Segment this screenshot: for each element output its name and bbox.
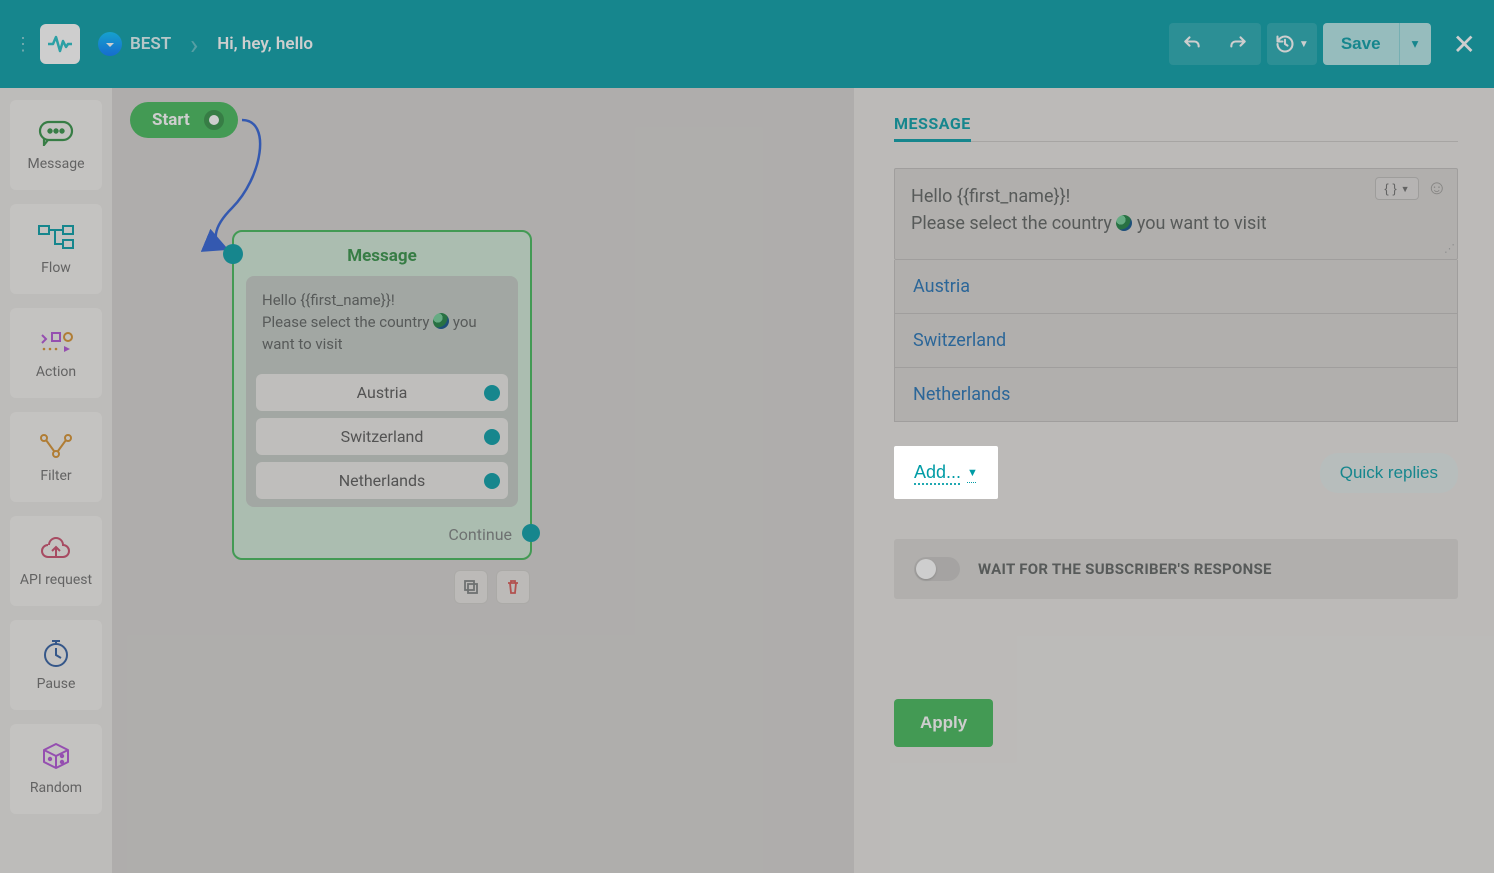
wait-response-row: WAIT FOR THE SUBSCRIBER'S RESPONSE bbox=[894, 539, 1458, 599]
palette-api-request[interactable]: API request bbox=[10, 516, 102, 606]
palette-label: Action bbox=[36, 364, 76, 380]
duplicate-button[interactable] bbox=[454, 570, 488, 604]
properties-panel: MESSAGE Hello {{first_name}}! Please sel… bbox=[854, 88, 1494, 873]
random-icon bbox=[35, 742, 77, 772]
app-logo[interactable] bbox=[40, 24, 80, 64]
start-label: Start bbox=[152, 110, 190, 130]
save-dropdown-button[interactable]: ▾ bbox=[1399, 23, 1431, 65]
palette-message[interactable]: Message bbox=[10, 100, 102, 190]
palette-label: Random bbox=[30, 780, 82, 796]
node-body: Hello {{first_name}}! Please select the … bbox=[246, 276, 518, 507]
resize-handle-icon[interactable]: ⋰ bbox=[1444, 241, 1455, 258]
palette-action[interactable]: Action bbox=[10, 308, 102, 398]
node-message-text: Hello {{first_name}}! Please select the … bbox=[256, 288, 508, 367]
flow-title[interactable]: Hi, hey, hello bbox=[217, 34, 313, 54]
option-port[interactable] bbox=[484, 473, 500, 489]
palette-pause[interactable]: Pause bbox=[10, 620, 102, 710]
message-icon bbox=[35, 118, 77, 148]
option-port[interactable] bbox=[484, 385, 500, 401]
start-output-port[interactable] bbox=[204, 110, 224, 130]
filter-icon bbox=[35, 430, 77, 460]
node-input-port[interactable] bbox=[223, 244, 243, 264]
insert-variable-button[interactable]: { }▼ bbox=[1375, 177, 1418, 200]
palette-label: API request bbox=[20, 572, 92, 588]
node-option[interactable]: Netherlands bbox=[256, 462, 508, 499]
quick-replies-button[interactable]: Quick replies bbox=[1320, 453, 1458, 493]
palette-label: Filter bbox=[40, 468, 71, 484]
node-title: Message bbox=[234, 232, 530, 276]
node-option[interactable]: Switzerland bbox=[256, 418, 508, 455]
flow-icon bbox=[35, 222, 77, 252]
message-textarea[interactable]: Hello {{first_name}}! Please select the … bbox=[894, 168, 1458, 260]
button-row[interactable]: Netherlands bbox=[894, 368, 1458, 422]
button-row[interactable]: Switzerland bbox=[894, 314, 1458, 368]
node-palette: Message Flow Action Filter API request P… bbox=[0, 88, 112, 873]
button-row[interactable]: Austria bbox=[894, 260, 1458, 314]
palette-label: Pause bbox=[37, 676, 76, 692]
api-icon bbox=[35, 534, 77, 564]
bot-name[interactable]: BEST bbox=[130, 34, 171, 54]
pause-icon bbox=[35, 638, 77, 668]
palette-label: Message bbox=[28, 156, 85, 172]
add-element-button[interactable]: Add...▼ bbox=[894, 446, 998, 499]
redo-button[interactable] bbox=[1215, 23, 1261, 65]
globe-icon bbox=[433, 313, 449, 329]
globe-icon bbox=[1116, 215, 1132, 231]
continue-port[interactable] bbox=[522, 524, 540, 542]
close-button[interactable]: ✕ bbox=[1453, 28, 1476, 61]
emoji-picker-button[interactable]: ☺ bbox=[1427, 177, 1447, 200]
option-port[interactable] bbox=[484, 429, 500, 445]
history-button[interactable]: ▼ bbox=[1267, 23, 1317, 65]
app-header: ⋮ BEST › Hi, hey, hello ▼ Save ▾ ✕ bbox=[0, 0, 1494, 88]
apply-button[interactable]: Apply bbox=[894, 699, 993, 747]
wait-response-label: WAIT FOR THE SUBSCRIBER'S RESPONSE bbox=[978, 560, 1272, 578]
palette-label: Flow bbox=[41, 260, 71, 276]
delete-button[interactable] bbox=[496, 570, 530, 604]
node-option[interactable]: Austria bbox=[256, 374, 508, 411]
action-icon bbox=[35, 326, 77, 356]
start-node[interactable]: Start bbox=[130, 102, 238, 138]
message-node[interactable]: Message Hello {{first_name}}! Please sel… bbox=[232, 230, 532, 560]
messenger-icon bbox=[98, 32, 122, 56]
undo-button[interactable] bbox=[1169, 23, 1215, 65]
button-list: Austria Switzerland Netherlands bbox=[894, 260, 1458, 422]
node-toolbar bbox=[454, 570, 530, 604]
wait-response-toggle[interactable] bbox=[914, 557, 960, 581]
node-continue: Continue bbox=[234, 517, 530, 548]
save-button-group: Save ▾ bbox=[1323, 23, 1431, 65]
breadcrumb-chevron-icon: › bbox=[179, 28, 209, 61]
panel-title: MESSAGE bbox=[894, 114, 971, 142]
palette-random[interactable]: Random bbox=[10, 724, 102, 814]
palette-filter[interactable]: Filter bbox=[10, 412, 102, 502]
palette-flow[interactable]: Flow bbox=[10, 204, 102, 294]
save-button[interactable]: Save bbox=[1323, 23, 1399, 65]
panel-divider bbox=[894, 141, 1458, 142]
drag-handle-icon[interactable]: ⋮ bbox=[10, 34, 36, 55]
